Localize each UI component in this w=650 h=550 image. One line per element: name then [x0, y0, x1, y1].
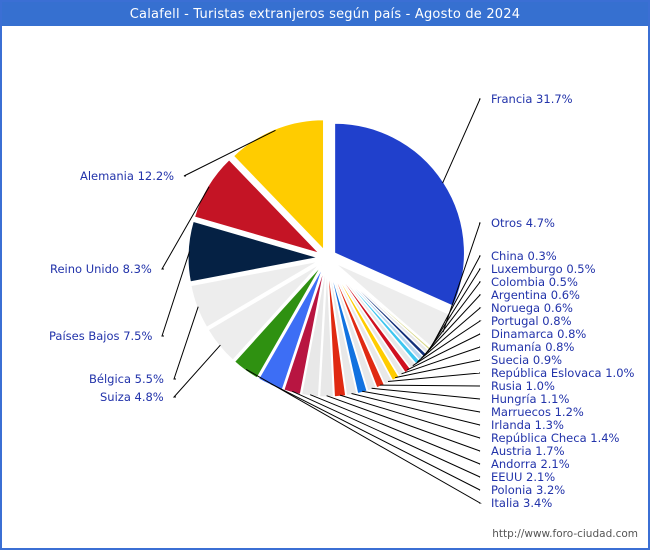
pie-slice-label: Hungría 1.1%	[491, 392, 570, 406]
leader-line	[310, 394, 481, 465]
leader-line	[172, 344, 221, 398]
leader-line	[292, 390, 481, 478]
pie-slice-label: Polonia 3.2%	[491, 483, 566, 497]
pie-slice-label: Luxemburgo 0.5%	[491, 262, 596, 276]
pie-slice-label: Colombia 0.5%	[491, 275, 578, 289]
pie-slice-label: China 0.3%	[491, 249, 557, 263]
pie-slice-label: Suecia 0.9%	[491, 353, 563, 367]
source-url: http://www.foro-ciudad.com	[492, 528, 638, 540]
pie-slice-label: Otros 4.7%	[491, 216, 555, 230]
leader-line	[371, 387, 481, 400]
leader-line	[173, 306, 199, 380]
pie-slice-label: Bélgica 5.5%	[89, 372, 164, 386]
pie-chart-plot-area: Francia 31.7% Otros 4.7% China 0.3% Luxembu…	[2, 26, 648, 548]
pie-slice-label: Reino Unido 8.3%	[50, 262, 152, 276]
pie-slice-label: Irlanda 1.3%	[491, 418, 564, 432]
leader-line	[339, 394, 481, 439]
pie-slice-label: Dinamarca 0.8%	[491, 327, 587, 341]
leader-line	[362, 390, 481, 413]
pie-slice-label: República Eslovaca 1.0%	[491, 366, 635, 380]
window-title-bar: Calafell - Turistas extranjeros según pa…	[2, 2, 648, 26]
pie-slice-label: Alemania 12.2%	[80, 169, 175, 183]
pie-slice-label: Portugal 0.8%	[491, 314, 572, 328]
pie-slice-label: EEUU 2.1%	[491, 470, 556, 484]
pie-slice-label: Países Bajos 7.5%	[49, 329, 153, 343]
pie-slice-label: República Checa 1.4%	[491, 431, 620, 445]
pie-slice-label: Francia 31.7%	[491, 92, 573, 106]
pie-slice-label: Italia 3.4%	[491, 496, 553, 510]
pie-slice-label: Austria 1.7%	[491, 444, 565, 458]
pie-slice-label: Argentina 0.6%	[491, 288, 580, 302]
leader-line	[161, 251, 190, 337]
chart-page: Calafell - Turistas extranjeros según pa…	[0, 0, 650, 550]
pie-slice-label: Noruega 0.6%	[491, 301, 573, 315]
pie-slice-label: Rusia 1.0%	[491, 379, 555, 393]
pie-slice-label: Marruecos 1.2%	[491, 405, 584, 419]
leader-line	[442, 98, 481, 184]
leader-line	[351, 393, 481, 426]
leader-line	[380, 384, 481, 387]
pie-slices-group	[187, 119, 466, 398]
page-title: Calafell - Turistas extranjeros según pa…	[129, 6, 521, 22]
pie-slice-label: Rumanía 0.8%	[491, 340, 575, 354]
pie-slice-label: Suiza 4.8%	[100, 390, 164, 404]
pie-slice-label: Andorra 2.1%	[491, 457, 570, 471]
